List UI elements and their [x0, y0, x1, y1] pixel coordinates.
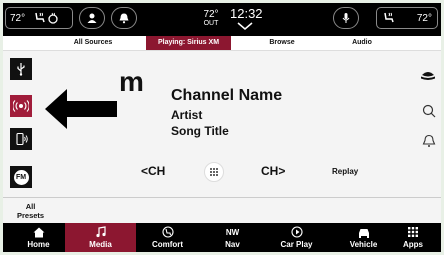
outside-temperature: 72° OUT [198, 9, 224, 28]
car-icon [358, 228, 369, 238]
nav-label: Comfort [151, 240, 184, 249]
driver-temp: 72° [10, 12, 26, 24]
arrow-annotation [45, 89, 117, 129]
passenger-temp: 72° [416, 12, 432, 24]
media-tabs: All Sources Playing: Sirius XM Browse Au… [3, 36, 441, 51]
music-note-icon [95, 226, 106, 238]
direct-tune-button[interactable] [204, 162, 224, 182]
nav-home[interactable]: Home [3, 223, 74, 252]
compass-icon: NW [225, 227, 240, 237]
usb-source-button[interactable] [10, 58, 32, 80]
song-title: Song Title [171, 124, 229, 138]
nav-label: Nav [225, 240, 240, 249]
passenger-climate-control[interactable]: 72° [376, 7, 438, 29]
alert-bell-icon[interactable] [422, 134, 436, 148]
fm-badge: FM [13, 169, 29, 185]
favorites-icon[interactable] [420, 67, 436, 81]
bluetooth-audio-source-button[interactable] [10, 128, 32, 150]
nav-media[interactable]: Media [65, 223, 136, 252]
home-icon [33, 227, 44, 237]
apps-grid-icon [408, 227, 418, 237]
siriusxm-source-button[interactable] [10, 95, 32, 117]
driver-profile-button[interactable] [79, 7, 105, 29]
channel-down-button[interactable]: <CH [141, 164, 165, 178]
notification-button[interactable] [111, 7, 137, 29]
infotainment-screen: 72° 72° OUT 12:32 72° All Sources Playin… [3, 3, 441, 252]
nav-carplay[interactable]: Car Play [261, 223, 332, 252]
nav-label: Apps [403, 240, 423, 249]
tab-playing-sirius[interactable]: Playing: Sirius XM [146, 36, 231, 50]
nav-comfort[interactable]: Comfort [132, 223, 203, 252]
usb-icon [17, 63, 25, 76]
tab-all-sources[interactable]: All Sources [53, 36, 133, 50]
nav-label: Car Play [280, 240, 313, 249]
satellite-radio-icon [13, 100, 29, 112]
heated-seat-icon [35, 12, 45, 23]
driver-climate-control[interactable]: 72° [5, 7, 73, 29]
bottom-nav: Home Media Comfort NW Nav Car Play Vehic… [3, 223, 441, 252]
bell-icon [119, 13, 129, 24]
keypad-icon [210, 168, 218, 176]
clock: 12:32 [230, 6, 263, 21]
nav-navigation[interactable]: NW Nav [197, 223, 268, 252]
tab-browse[interactable]: Browse [257, 36, 307, 50]
nav-apps[interactable]: Apps [385, 223, 441, 252]
heated-wheel-icon [48, 12, 58, 24]
presets-bar: All Presets [3, 197, 441, 224]
comfort-icon [161, 226, 174, 238]
phone-audio-icon [16, 132, 28, 146]
microphone-icon [342, 13, 350, 23]
ch-prev-label: CH [148, 164, 166, 178]
outside-temp-value: 72° [203, 9, 219, 20]
channel-up-button[interactable]: CH> [261, 164, 285, 178]
chevron-down-icon[interactable] [235, 21, 255, 31]
all-presets-button[interactable]: All Presets [17, 202, 44, 220]
nav-label: Media [89, 240, 112, 249]
person-icon [87, 13, 97, 23]
channel-logo: m [119, 66, 144, 97]
all-presets-line2: Presets [17, 211, 45, 220]
search-icon[interactable] [422, 104, 436, 118]
carplay-icon [290, 226, 303, 238]
heated-seat-icon [384, 12, 394, 23]
channel-name: Channel Name [171, 87, 283, 104]
artist-name: Artist [171, 108, 203, 122]
chevron-left-icon: < [141, 164, 149, 178]
voice-command-button[interactable] [333, 7, 359, 29]
chevron-right-icon: > [278, 164, 286, 178]
tab-audio[interactable]: Audio [337, 36, 387, 50]
replay-button[interactable]: Replay [332, 167, 358, 176]
nav-label: Home [27, 240, 50, 249]
all-presets-line1: All [25, 202, 36, 211]
outside-temp-label: OUT [203, 20, 219, 27]
status-bar: 72° 72° OUT 12:32 72° [3, 3, 441, 36]
fm-source-button[interactable]: FM [10, 166, 32, 188]
ch-next-label: CH [261, 164, 279, 178]
